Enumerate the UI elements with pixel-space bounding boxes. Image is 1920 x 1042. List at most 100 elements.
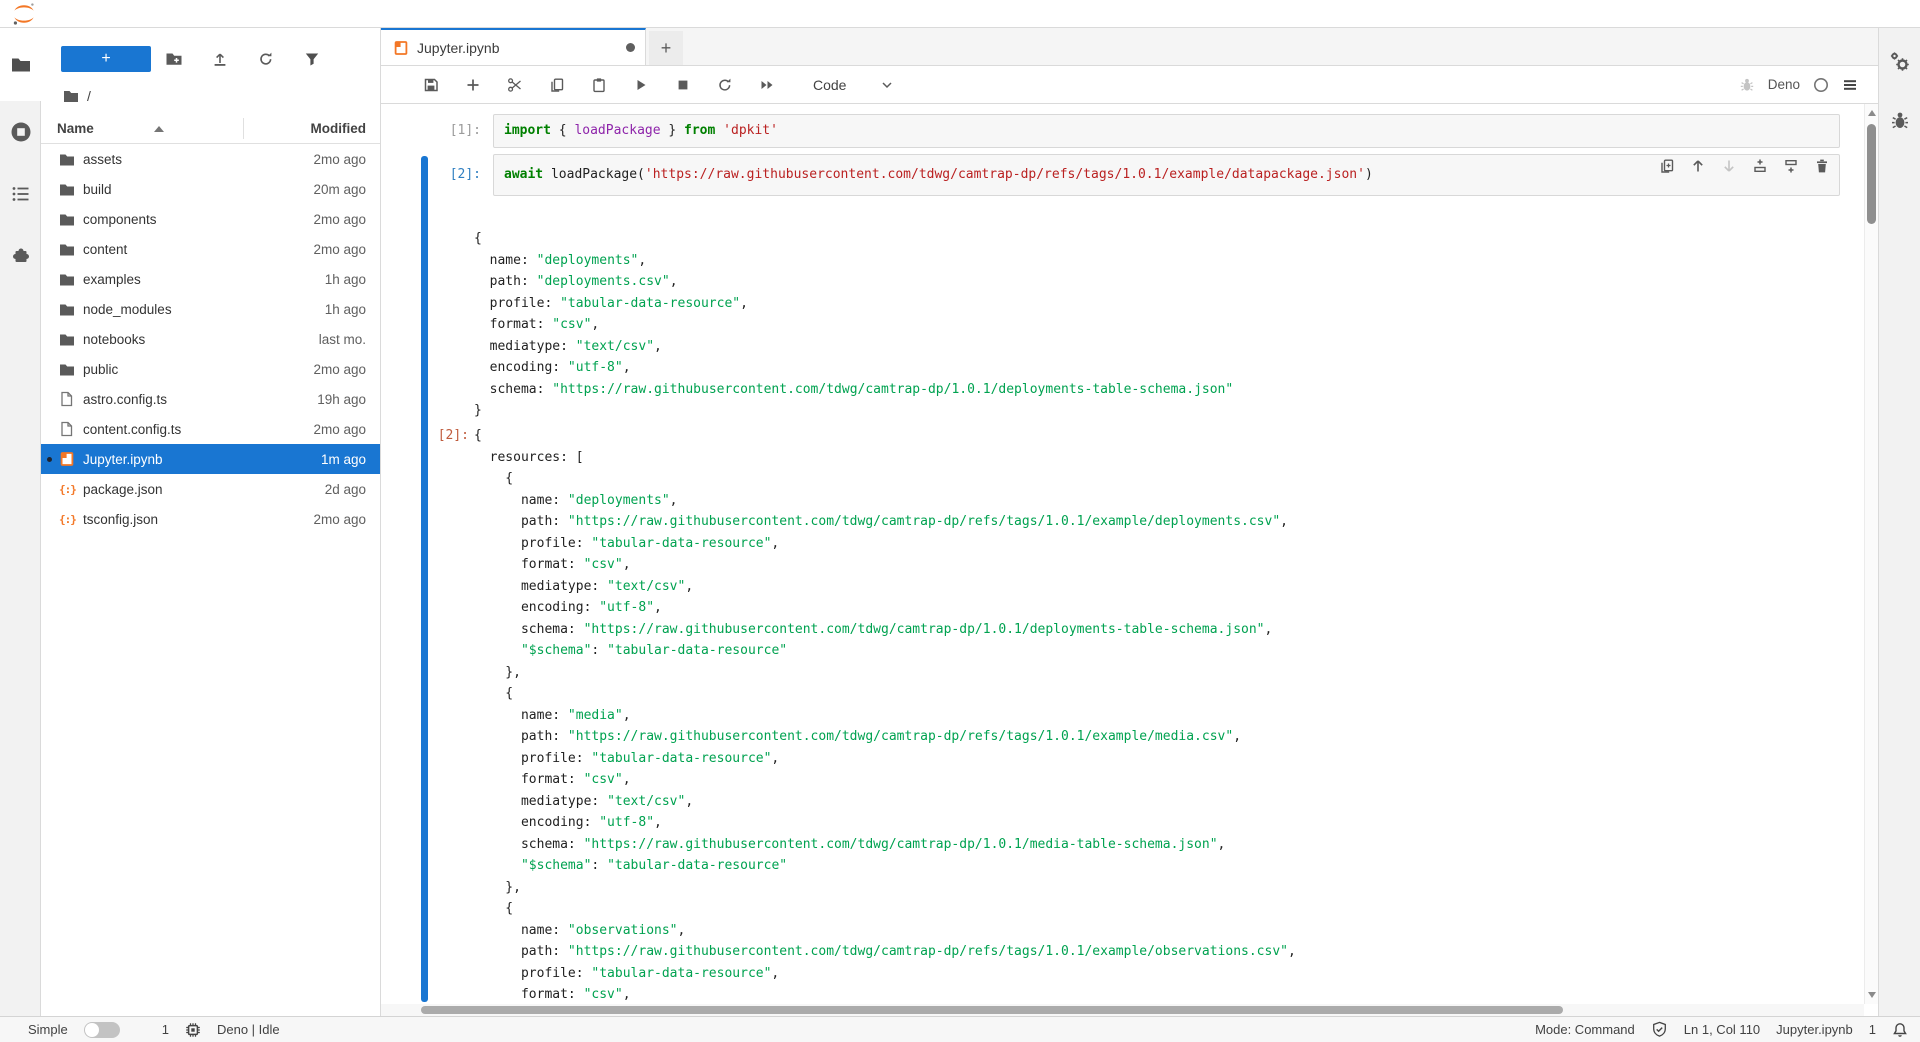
running-sessions-icon (9, 120, 33, 144)
folder-icon (59, 212, 75, 227)
insert-cell-above-button[interactable] (1752, 158, 1768, 174)
code-cell-2: [2]: await loadPackage('https://raw.gith… (381, 154, 1878, 196)
toolbar-overflow-menu-icon[interactable] (1842, 77, 1858, 93)
scroll-down-arrow-icon[interactable] (1868, 992, 1876, 998)
new-tab-button[interactable]: + (649, 31, 683, 65)
file-icon (59, 391, 74, 407)
duplicate-cell-button[interactable] (1659, 158, 1675, 174)
tab-bar: Jupyter.ipynb + (381, 28, 1878, 66)
file-row[interactable]: {:} node_modules 1h ago (41, 294, 380, 324)
sidebar-item-debugger[interactable] (1879, 90, 1920, 152)
paste-cells-button[interactable] (591, 77, 607, 93)
vertical-scrollbar[interactable] (1864, 104, 1878, 1004)
horizontal-scrollbar-thumb[interactable] (421, 1006, 1563, 1014)
file-row[interactable]: {:} Jupyter.ipynb 1m ago (41, 444, 380, 474)
scroll-up-arrow-icon[interactable] (1868, 110, 1876, 116)
move-cell-up-button[interactable] (1690, 158, 1706, 174)
file-row[interactable]: {:} assets 2mo ago (41, 144, 380, 174)
cursor-position[interactable]: Ln 1, Col 110 (1684, 1022, 1760, 1037)
breadcrumb[interactable]: / (41, 78, 380, 114)
kernel-status-text[interactable]: Deno | Idle (217, 1022, 280, 1037)
notebook-toolbar: Code Deno (381, 66, 1878, 104)
property-inspector-gears-icon (1888, 50, 1912, 74)
code-editor[interactable]: import { loadPackage } from 'dpkit' (493, 114, 1840, 148)
sidebar-item-running-sessions[interactable] (0, 101, 41, 163)
code-editor[interactable]: await loadPackage('https://raw.githubuse… (493, 154, 1840, 196)
folder-icon (59, 362, 75, 377)
simple-mode-toggle[interactable] (84, 1022, 120, 1038)
move-cell-down-button[interactable] (1721, 158, 1737, 174)
filter-icon[interactable] (289, 46, 335, 72)
run-cell-button[interactable] (633, 77, 649, 93)
tab-dirty-indicator[interactable] (626, 43, 635, 52)
restart-run-all-button[interactable] (759, 77, 775, 93)
refresh-button[interactable] (243, 46, 289, 72)
copy-cells-button[interactable] (549, 77, 565, 93)
folder-icon (63, 89, 79, 103)
file-browser-panel: + / (41, 28, 381, 1016)
new-folder-button[interactable] (151, 46, 197, 72)
upload-button[interactable] (197, 46, 243, 72)
vertical-scrollbar-thumb[interactable] (1867, 124, 1876, 224)
json-icon: {:} (59, 483, 75, 496)
status-bar: Simple 1 Deno | Idle Mode: Command Ln 1,… (0, 1016, 1920, 1042)
jupyter-logo-icon (12, 2, 36, 26)
folder-icon (59, 272, 75, 287)
right-activity-bar (1878, 28, 1920, 1016)
notebook-mode-indicator[interactable]: Mode: Command (1535, 1022, 1635, 1037)
folder-icon (59, 242, 75, 257)
file-row[interactable]: {:} package.json 2d ago (41, 474, 380, 504)
kernel-status-icon[interactable] (1813, 77, 1829, 93)
cell-type-dropdown[interactable]: Code (813, 77, 894, 93)
horizontal-scrollbar[interactable] (381, 1004, 1864, 1016)
cut-cells-button[interactable] (507, 77, 523, 93)
chevron-down-icon (880, 78, 894, 92)
file-row[interactable]: {:} content 2mo ago (41, 234, 380, 264)
cell-toolbar (1659, 158, 1830, 174)
file-row[interactable]: {:} notebooks last mo. (41, 324, 380, 354)
file-row[interactable]: {:} astro.config.ts 19h ago (41, 384, 380, 414)
column-header-name[interactable]: Name (41, 121, 227, 136)
sort-ascending-icon (154, 126, 164, 132)
kernel-chip-icon[interactable] (185, 1022, 201, 1038)
sidebar-item-table-of-contents[interactable] (0, 163, 41, 225)
file-row[interactable]: {:} tsconfig.json 2mo ago (41, 504, 380, 534)
file-row[interactable]: {:} components 2mo ago (41, 204, 380, 234)
sidebar-item-file-browser[interactable] (0, 28, 41, 101)
active-file-name[interactable]: Jupyter.ipynb (1776, 1022, 1853, 1037)
file-row[interactable]: {:} content.config.ts 2mo ago (41, 414, 380, 444)
column-divider (243, 118, 244, 139)
insert-cell-below-button[interactable] (1783, 158, 1799, 174)
delete-cell-button[interactable] (1814, 158, 1830, 174)
trusted-shield-icon[interactable] (1651, 1021, 1668, 1038)
save-button[interactable] (423, 77, 439, 93)
kernel-sessions-count[interactable]: 1 (162, 1022, 169, 1037)
file-row[interactable]: {:} examples 1h ago (41, 264, 380, 294)
sidebar-item-extensions[interactable] (0, 225, 41, 287)
notifications-count[interactable]: 1 (1869, 1022, 1876, 1037)
debugger-bug-icon (1889, 110, 1911, 132)
notebook-icon (393, 40, 409, 56)
restart-kernel-button[interactable] (717, 77, 733, 93)
tab-jupyter-ipynb[interactable]: Jupyter.ipynb (381, 28, 646, 65)
file-icon (59, 421, 74, 437)
left-activity-bar (0, 28, 41, 1016)
file-browser-toolbar: + (41, 28, 380, 78)
main-dock-panel: Jupyter.ipynb + (381, 28, 1878, 1016)
new-launcher-button[interactable]: + (61, 46, 151, 72)
extensions-puzzle-icon (10, 245, 32, 267)
tab-label: Jupyter.ipynb (417, 40, 500, 56)
debugger-bug-icon[interactable] (1739, 77, 1755, 93)
insert-cell-button[interactable] (465, 77, 481, 93)
file-row[interactable]: {:} build 20m ago (41, 174, 380, 204)
bell-icon[interactable] (1892, 1022, 1908, 1038)
kernel-name[interactable]: Deno (1768, 77, 1800, 92)
json-icon: {:} (59, 513, 75, 526)
interrupt-kernel-button[interactable] (675, 77, 691, 93)
sidebar-item-property-inspector[interactable] (1879, 28, 1920, 90)
column-header-modified[interactable]: Modified (227, 121, 380, 136)
output-result: [2]: { resources: [ { name: "deployments… (381, 425, 1862, 1002)
file-list-header: Name Modified (41, 114, 380, 144)
file-row[interactable]: {:} public 2mo ago (41, 354, 380, 384)
folder-icon (59, 332, 75, 347)
